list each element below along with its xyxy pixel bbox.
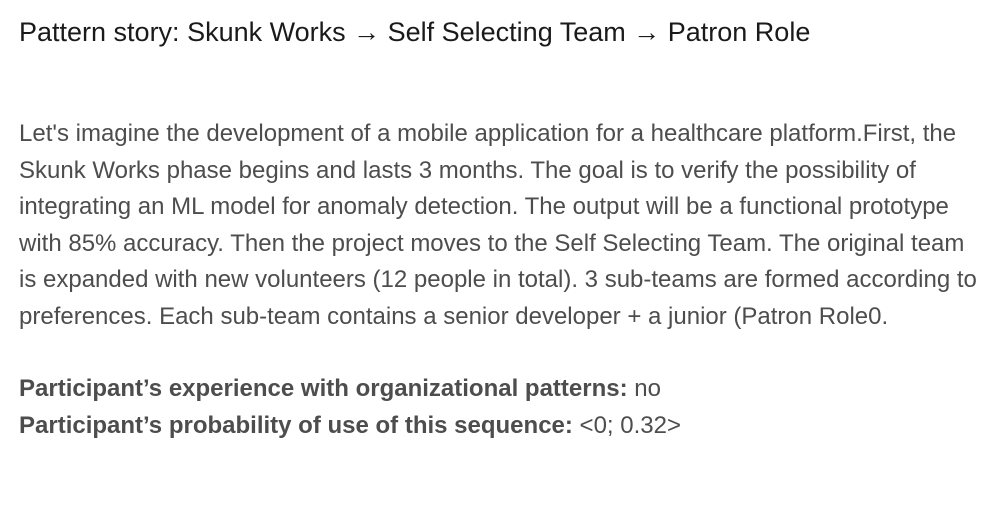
probability-value: <0; 0.32> (579, 411, 681, 439)
story-paragraph: Let's imagine the development of a mobil… (19, 120, 977, 330)
experience-label: Participant’s experience with organizati… (19, 375, 628, 402)
experience-row: Participant’s experience with organizati… (19, 371, 979, 408)
experience-value: no (634, 375, 661, 402)
participant-info: Participant’s experience with organizati… (19, 371, 979, 444)
page-title: Pattern story: Skunk Works → Self Select… (19, 17, 811, 47)
probability-label: Participant’s probability of use of this… (19, 411, 573, 439)
probability-row: Participant’s probability of use of this… (19, 408, 979, 445)
document: Pattern story: Skunk Works → Self Select… (19, 14, 979, 444)
